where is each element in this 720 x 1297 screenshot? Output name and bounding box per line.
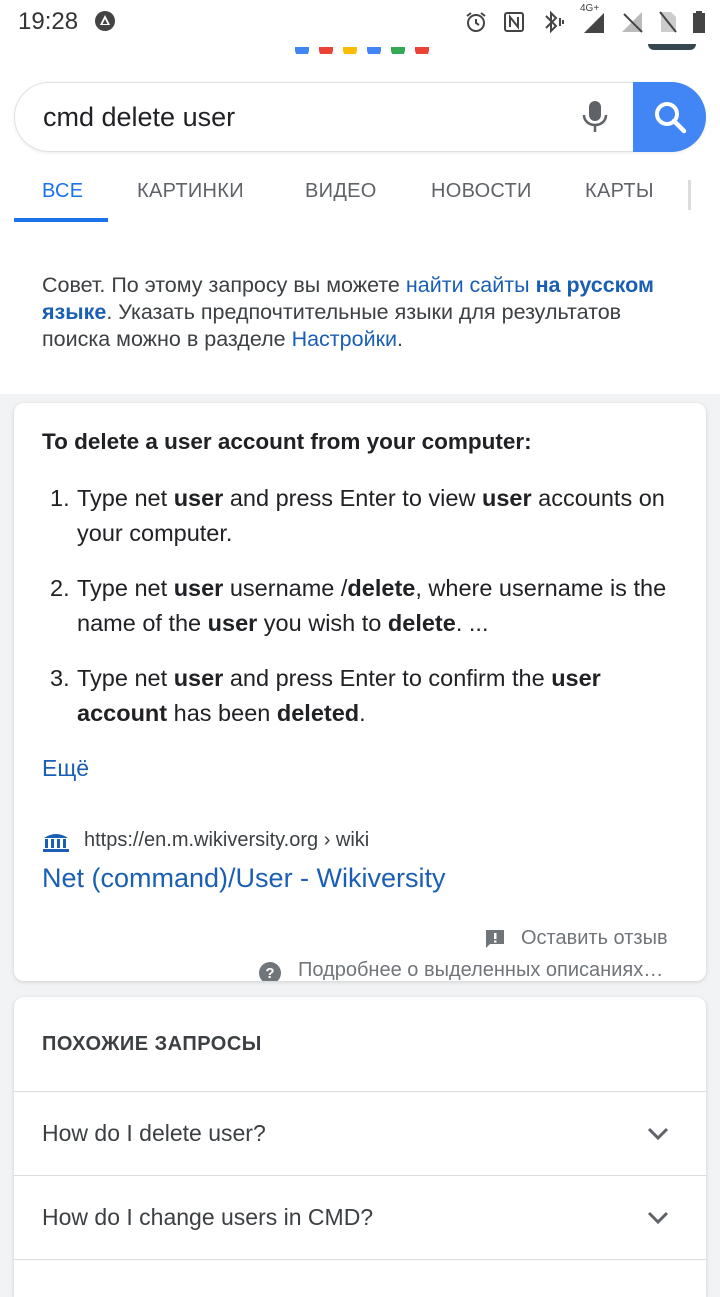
battery-icon [693, 11, 705, 33]
step-item: 1. Type net user and press Enter to view … [42, 481, 682, 551]
active-tab-indicator [14, 218, 108, 222]
step-keyword: user [173, 485, 224, 511]
status-bar: 19:28 4G+ [0, 0, 720, 44]
feedback-icon[interactable] [484, 928, 506, 950]
google-logo [295, 44, 445, 54]
tab-maps[interactable]: КАРТЫ [585, 180, 654, 203]
step-keyword: user [173, 575, 224, 601]
search-input[interactable]: cmd delete user [43, 102, 235, 133]
tab-videos[interactable]: ВИДЕО [305, 180, 377, 203]
step-text: you wish to [257, 610, 388, 636]
snippet-title: To delete a user account from your compu… [42, 429, 532, 454]
nfc-icon [504, 12, 524, 32]
step-keyword: user [173, 665, 224, 691]
tip-text: Совет. По этому запросу вы можете найти … [42, 272, 682, 353]
no-signal-icon [622, 12, 643, 33]
status-time: 19:28 [18, 8, 79, 35]
search-button[interactable] [633, 82, 706, 152]
help-icon[interactable]: ? [258, 961, 282, 981]
search-header: cmd delete user ВСЕ КАРТИНКИ ВИДЕО НОВОС… [0, 44, 720, 224]
find-sites-link[interactable]: найти сайты [406, 273, 530, 297]
search-tabs: ВСЕ КАРТИНКИ ВИДЕО НОВОСТИ КАРТЫ [0, 160, 720, 222]
step-text: Type net [77, 575, 174, 601]
related-title: ПОХОЖИЕ ЗАПРОСЫ [42, 1033, 262, 1055]
tab-news[interactable]: НОВОСТИ [431, 180, 532, 203]
tab-images[interactable]: КАРТИНКИ [137, 180, 244, 203]
related-question: How do I delete user? [42, 1120, 266, 1146]
related-item[interactable]: How do I change users in CMD? [14, 1175, 706, 1260]
featured-snippet: To delete a user account from your compu… [14, 403, 706, 981]
steps-list: 1. Type net user and press Enter to view … [42, 481, 682, 751]
step-keyword: delete [347, 575, 416, 601]
signal-icon: 4G+ [580, 3, 606, 35]
svg-text:?: ? [265, 965, 274, 981]
step-text: Type net [77, 665, 174, 691]
step-text: . [359, 700, 366, 726]
step-number: 2. [50, 575, 70, 601]
tip-suffix: . [397, 327, 403, 351]
no-sim-icon [659, 11, 677, 33]
step-text: and press Enter to confirm the [223, 665, 552, 691]
tab-all[interactable]: ВСЕ [42, 180, 83, 203]
source-url: https://en.m.wikiversity.org › wiki [84, 829, 370, 851]
step-text: username / [223, 575, 348, 601]
microphone-icon[interactable] [581, 99, 609, 135]
chevron-down-icon [647, 1127, 669, 1141]
step-keyword: user [481, 485, 532, 511]
app-notification-icon [95, 11, 115, 31]
source-title-link[interactable]: Net (command)/User - Wikiversity [42, 863, 446, 894]
feedback-link[interactable]: Оставить отзыв [521, 927, 668, 950]
step-text: and press Enter to view [223, 485, 482, 511]
account-avatar[interactable] [648, 44, 696, 50]
search-icon [654, 102, 686, 134]
step-text: . ... [455, 610, 489, 636]
search-box[interactable]: cmd delete user [14, 82, 706, 152]
related-item[interactable] [14, 1259, 706, 1297]
more-link[interactable]: Ещё [42, 755, 89, 782]
wikiversity-favicon [43, 834, 69, 852]
step-number: 3. [50, 665, 70, 691]
related-searches: ПОХОЖИЕ ЗАПРОСЫ How do I delete user? Ho… [14, 997, 706, 1297]
bluetooth-vibrate-icon [545, 10, 564, 34]
about-snippets-link[interactable]: Подробнее о выделенных описаниях… [298, 959, 663, 981]
step-text: has been [167, 700, 277, 726]
step-number: 1. [50, 485, 70, 511]
tabs-overflow-divider [688, 180, 691, 210]
step-keyword: user [207, 610, 258, 636]
step-item: 3. Type net user and press Enter to confi… [42, 661, 682, 731]
chevron-down-icon [647, 1211, 669, 1225]
step-item: 2. Type net user username /delete, where … [42, 571, 682, 641]
alarm-icon [466, 12, 486, 32]
settings-link[interactable]: Настройки [292, 327, 397, 351]
related-question: How do I change users in CMD? [42, 1204, 374, 1230]
related-item[interactable]: How do I delete user? [14, 1091, 706, 1176]
step-keyword: delete [387, 610, 456, 636]
step-text: Type net [77, 485, 174, 511]
language-tip: Совет. По этому запросу вы можете найти … [0, 224, 720, 394]
step-keyword: deleted [276, 700, 360, 726]
tip-prefix: Совет. По этому запросу вы можете [42, 273, 406, 297]
status-icons: 4G+ [464, 3, 706, 38]
